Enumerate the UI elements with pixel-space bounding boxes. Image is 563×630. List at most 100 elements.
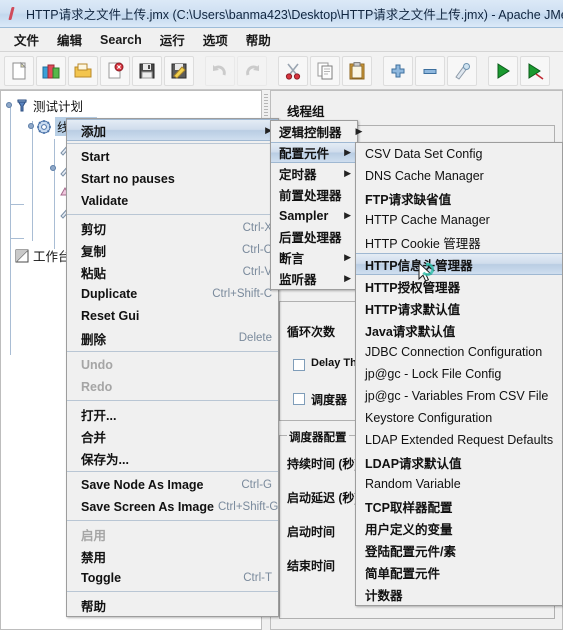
window-titlebar: HTTP请求之文件上传.jmx (C:\Users\banma423\Deskt…	[0, 0, 563, 28]
cfg-http-cache-manager[interactable]: HTTP Cache Manager	[356, 209, 562, 231]
cfg-ftp-request-defaults[interactable]: FTP请求缺省值	[356, 187, 562, 209]
tree-expand-handle[interactable]	[27, 122, 36, 131]
splitter-grip[interactable]	[264, 94, 268, 120]
panel-title: 线程组	[287, 105, 325, 119]
ctx-validate[interactable]: Validate	[67, 190, 278, 212]
undo-arrow-icon	[213, 64, 226, 76]
tree-expand-handle[interactable]	[49, 164, 58, 173]
cfg-jpgc-lock-file-config[interactable]: jp@gc - Lock File Config	[356, 363, 562, 385]
menu-search[interactable]: Search	[91, 31, 151, 49]
thread-group-context-menu[interactable]: 添加 ▶ Start Start no pauses Validate 剪切 C…	[66, 118, 279, 617]
add-assertion[interactable]: 断言 ▶	[271, 247, 357, 268]
ctx-redo[interactable]: Redo	[67, 376, 278, 398]
add-config-element[interactable]: 配置元件 ▶	[271, 142, 357, 163]
menu-edit[interactable]: 编辑	[48, 28, 91, 51]
cfg-jdbc-connection-configuration[interactable]: JDBC Connection Configuration	[356, 341, 562, 363]
cfg-csv-data-set-config[interactable]: CSV Data Set Config	[356, 143, 562, 165]
ctx-disable[interactable]: 禁用	[67, 545, 278, 567]
open-button[interactable]	[68, 55, 98, 86]
cfg-http-header-manager[interactable]: HTTP信息头管理器	[356, 253, 562, 275]
cfg-counter[interactable]: 计数器	[356, 583, 562, 605]
close-button[interactable]	[100, 55, 130, 86]
tree-node-test-plan[interactable]: 测试计划	[1, 95, 261, 116]
templates-button[interactable]	[36, 55, 66, 86]
chevron-right-icon: ▶	[344, 273, 351, 283]
menu-run[interactable]: 运行	[151, 28, 194, 51]
scheduler-checkbox[interactable]	[293, 393, 305, 405]
ctx-save-screen-as-image[interactable]: Save Screen As Image Ctrl+Shift-G	[67, 496, 278, 518]
scheduler-config-legend: 调度器配置	[287, 429, 349, 445]
chevron-right-icon: ▶	[344, 168, 351, 178]
paste-button[interactable]	[342, 55, 372, 86]
add-submenu[interactable]: 逻辑控制器 ▶ 配置元件 ▶ 定时器 ▶ 前置处理器 ▶ Sampler ▶ 后…	[270, 120, 362, 290]
menu-help[interactable]: 帮助	[237, 28, 280, 51]
cfg-jpgc-variables-from-csv-file[interactable]: jp@gc - Variables From CSV File	[356, 385, 562, 407]
cfg-user-defined-variables[interactable]: 用户定义的变量	[356, 517, 562, 539]
toolbar-separator-3	[374, 56, 381, 86]
add-sampler[interactable]: Sampler ▶	[271, 205, 357, 226]
ctx-delete[interactable]: 删除 Delete	[67, 327, 278, 349]
start-button[interactable]	[488, 55, 518, 86]
menu-options[interactable]: 选项	[194, 28, 237, 51]
new-button[interactable]	[4, 55, 34, 86]
expand-all-button[interactable]	[383, 55, 413, 86]
toolbar-separator-2	[269, 56, 276, 86]
cfg-tcp-sampler-config[interactable]: TCP取样器配置	[356, 495, 562, 517]
ctx-save-node-as-image[interactable]: Save Node As Image Ctrl-G	[67, 474, 278, 496]
play-nopause-icon	[528, 62, 544, 80]
ctx-start-no-pauses[interactable]: Start no pauses	[67, 168, 278, 190]
ctx-start[interactable]: Start	[67, 146, 278, 168]
collapse-all-button[interactable]	[415, 55, 445, 86]
add-timer[interactable]: 定时器 ▶	[271, 163, 357, 184]
cfg-login-config-element[interactable]: 登陆配置元件/素	[356, 539, 562, 561]
ctx-merge[interactable]: 合并	[67, 425, 278, 447]
ctx-open[interactable]: 打开...	[67, 403, 278, 425]
ctx-paste[interactable]: 粘贴 Ctrl-V	[67, 261, 278, 283]
toggle-button[interactable]	[447, 55, 477, 86]
jmeter-icon	[4, 6, 20, 22]
cfg-dns-cache-manager[interactable]: DNS Cache Manager	[356, 165, 562, 187]
add-logic-controller[interactable]: 逻辑控制器 ▶	[271, 121, 362, 142]
cfg-http-cookie-manager[interactable]: HTTP Cookie 管理器	[356, 231, 562, 253]
add-pre-processor[interactable]: 前置处理器 ▶	[271, 184, 362, 205]
delay-thread-checkbox[interactable]	[293, 359, 305, 371]
save-button[interactable]	[132, 55, 162, 86]
open-folder-icon	[74, 63, 92, 77]
cfg-random-variable[interactable]: Random Variable	[356, 473, 562, 495]
copy-button[interactable]	[310, 55, 340, 86]
save-floppy-icon	[139, 63, 155, 78]
save-as-button[interactable]	[164, 55, 194, 86]
cfg-ldap-extended-request-defaults[interactable]: LDAP Extended Request Defaults	[356, 429, 562, 451]
tree-expand-handle[interactable]	[5, 101, 14, 110]
tree-label: 工作台	[33, 250, 71, 264]
ctx-enable[interactable]: 启用	[67, 523, 278, 545]
config-element-submenu[interactable]: CSV Data Set Config DNS Cache Manager FT…	[355, 142, 563, 606]
ctx-reset-gui[interactable]: Reset Gui	[67, 305, 278, 327]
start-no-pauses-button[interactable]	[520, 55, 550, 86]
ctx-duplicate[interactable]: Duplicate Ctrl+Shift-C	[67, 283, 278, 305]
plus-icon	[391, 64, 405, 77]
ctx-toggle[interactable]: Toggle Ctrl-T	[67, 567, 278, 589]
ctx-undo[interactable]: Undo	[67, 354, 278, 376]
redo-button[interactable]	[237, 55, 267, 86]
ctx-help[interactable]: 帮助	[67, 594, 278, 616]
redo-arrow-icon	[246, 64, 259, 76]
ctx-copy[interactable]: 复制 Ctrl-C	[67, 239, 278, 261]
tree-label: 测试计划	[33, 100, 84, 114]
ctx-cut[interactable]: 剪切 Ctrl-X	[67, 217, 278, 239]
ctx-save-as[interactable]: 保存为...	[67, 447, 278, 469]
menu-separator	[67, 214, 278, 215]
add-post-processor[interactable]: 后置处理器 ▶	[271, 226, 362, 247]
cfg-http-authorization-manager[interactable]: HTTP授权管理器	[356, 275, 562, 297]
cfg-http-request-defaults[interactable]: HTTP请求默认值	[356, 297, 562, 319]
ctx-add[interactable]: 添加 ▶	[67, 119, 278, 141]
cfg-simple-config-element[interactable]: 简单配置元件	[356, 561, 562, 583]
cfg-java-request-defaults[interactable]: Java请求默认值	[356, 319, 562, 341]
cfg-ldap-request-defaults[interactable]: LDAP请求默认值	[356, 451, 562, 473]
undo-button[interactable]	[205, 55, 235, 86]
cfg-keystore-configuration[interactable]: Keystore Configuration	[356, 407, 562, 429]
add-listener[interactable]: 监听器 ▶	[271, 268, 357, 289]
play-green-icon	[497, 62, 510, 79]
menu-file[interactable]: 文件	[5, 28, 48, 51]
cut-button[interactable]	[278, 55, 308, 86]
